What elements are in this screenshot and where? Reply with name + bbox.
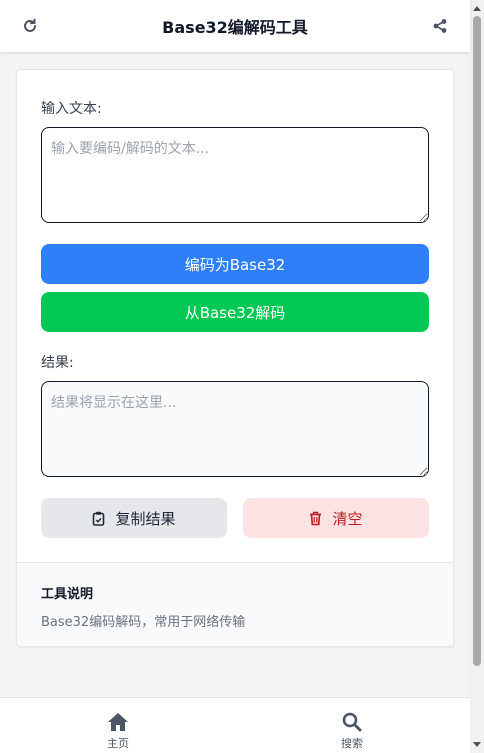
result-textarea[interactable] (41, 381, 429, 477)
copy-result-label: 复制结果 (115, 509, 176, 528)
page-scrollbar[interactable] (470, 0, 484, 753)
nav-item-home[interactable]: 主页 (88, 712, 148, 751)
scroll-up-arrow-icon[interactable] (473, 6, 481, 11)
decode-button[interactable]: 从Base32解码 (41, 292, 429, 332)
nav-item-search[interactable]: 搜索 (322, 712, 382, 751)
trash-icon (310, 511, 322, 525)
page-title: Base32编解码工具 (162, 18, 308, 37)
input-textarea[interactable] (41, 127, 429, 223)
bottom-navigation: 主页 搜索 (0, 697, 470, 753)
scroll-down-arrow-icon[interactable] (473, 742, 481, 747)
info-description: Base32编码解码，常用于网络传输 (41, 615, 246, 630)
scrollbar-thumb[interactable] (473, 16, 481, 666)
share-icon (433, 19, 447, 33)
search-icon (342, 712, 362, 732)
share-button[interactable] (428, 14, 452, 38)
input-label: 输入文本: (41, 101, 102, 117)
refresh-icon (24, 18, 36, 32)
app-header: Base32编解码工具 (0, 0, 470, 52)
info-section: 工具说明 Base32编码解码，常用于网络传输 (17, 562, 453, 646)
clear-label: 清空 (332, 509, 363, 528)
nav-label-home: 主页 (107, 737, 129, 750)
clipboard-icon (93, 511, 105, 526)
info-title: 工具说明 (41, 587, 94, 602)
refresh-button[interactable] (18, 14, 42, 38)
copy-result-button[interactable]: 复制结果 (41, 498, 227, 538)
clear-button[interactable]: 清空 (243, 498, 429, 538)
tool-card: 输入文本: 编码为Base32 从Base32解码 结果: 复制结果 清空 工具 (16, 69, 454, 647)
encode-button[interactable]: 编码为Base32 (41, 244, 429, 284)
app-viewport: Base32编解码工具 输入文本: 编码为Base32 从Base32解码 结果… (0, 0, 484, 753)
result-label: 结果: (41, 355, 74, 371)
nav-label-search: 搜索 (341, 737, 363, 750)
home-icon (108, 713, 128, 731)
